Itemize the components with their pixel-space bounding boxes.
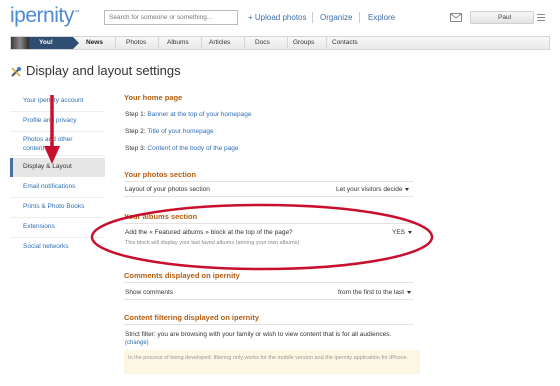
annotation-ellipse-icon	[90, 203, 434, 271]
annotation-overlay	[44, 95, 434, 271]
annotation-arrowhead-icon	[44, 146, 60, 164]
